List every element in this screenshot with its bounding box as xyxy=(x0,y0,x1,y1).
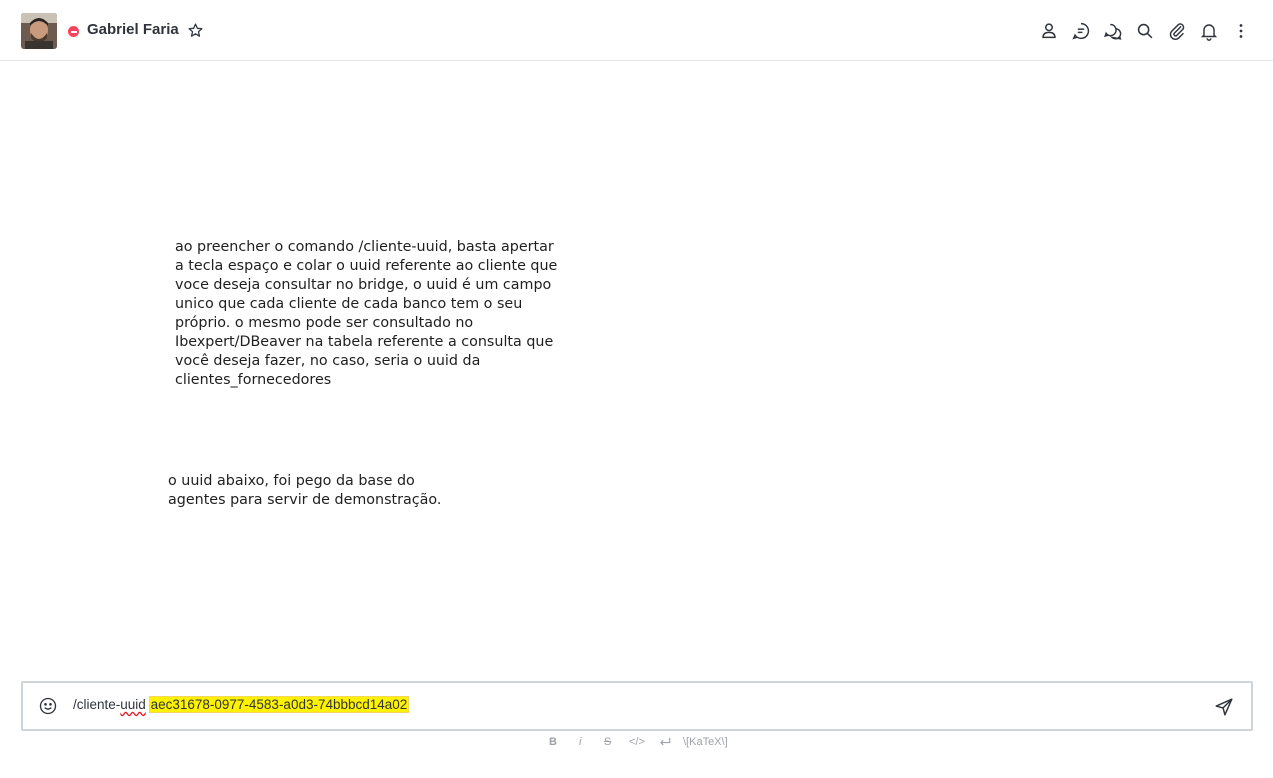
message-text: ao preencher o comando /cliente-uuid, ba… xyxy=(175,239,558,388)
notification-bell-icon[interactable] xyxy=(1198,20,1220,42)
katex-button[interactable]: \[KaTeX\] xyxy=(683,736,728,748)
highlighted-uuid: aec31678-0977-4583-a0d3-74bbbcd14a02 xyxy=(148,696,410,713)
spellcheck-underline: uuid xyxy=(120,697,146,712)
kebab-menu-icon[interactable] xyxy=(1230,20,1252,42)
room-title[interactable]: Gabriel Faria xyxy=(87,21,179,38)
search-icon[interactable] xyxy=(1134,20,1156,42)
message-composer[interactable]: /cliente-uuid aec31678-0977-4583-a0d3-74… xyxy=(21,681,1253,731)
strikethrough-button[interactable]: S xyxy=(604,736,611,748)
room-header: Gabriel Faria xyxy=(0,0,1273,61)
code-button[interactable]: </> xyxy=(629,736,645,748)
avatar[interactable] xyxy=(21,13,57,49)
discussion-icon[interactable] xyxy=(1070,20,1092,42)
busy-status-icon xyxy=(68,26,79,37)
user-icon[interactable] xyxy=(1038,20,1060,42)
slash-command: /cliente-uuid xyxy=(73,697,146,712)
avatar-image xyxy=(21,13,57,49)
attachment-icon[interactable] xyxy=(1166,20,1188,42)
italic-button[interactable]: i xyxy=(579,736,581,748)
message-text: o uuid abaixo, foi pego da base do agent… xyxy=(168,473,442,508)
threads-icon[interactable] xyxy=(1102,20,1124,42)
send-icon[interactable] xyxy=(1213,696,1235,718)
favorite-star-icon[interactable] xyxy=(187,22,204,39)
emoji-icon[interactable] xyxy=(38,696,58,716)
message-input[interactable]: /cliente-uuid aec31678-0977-4583-a0d3-74… xyxy=(73,696,410,713)
bold-button[interactable]: B xyxy=(549,736,557,748)
multiline-icon[interactable] xyxy=(658,735,672,752)
